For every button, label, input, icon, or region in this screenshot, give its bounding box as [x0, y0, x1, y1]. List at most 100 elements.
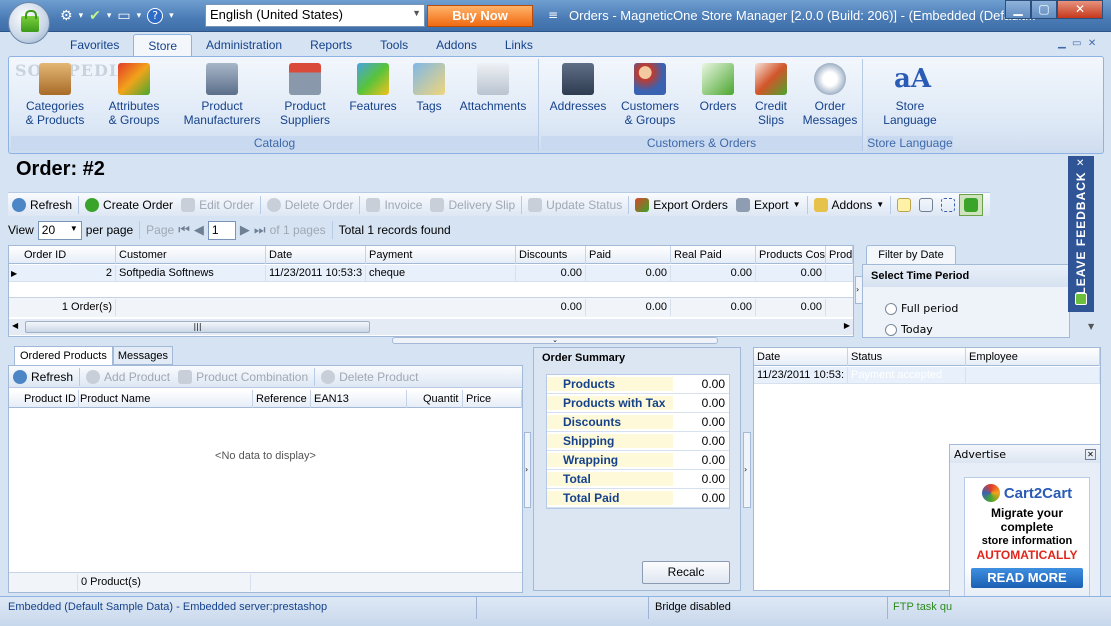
col-payment[interactable]: Payment — [366, 246, 516, 264]
tab-messages[interactable]: Messages — [112, 346, 173, 365]
orders-button[interactable]: Orders — [693, 63, 743, 113]
col-reference[interactable]: Reference — [253, 390, 311, 408]
scrollbar-thumb[interactable]: ||| — [25, 321, 370, 333]
delete-order-button[interactable]: Delete Order — [263, 194, 358, 216]
attributes-groups-button[interactable]: Attributes & Groups — [97, 63, 171, 127]
chevron-down-icon[interactable]: ▾ — [137, 11, 142, 21]
col-quantity[interactable]: Quantit — [407, 390, 463, 408]
col-product-name[interactable]: Product Name — [77, 390, 253, 408]
table-row[interactable]: 11/23/2011 10:53: Payment accepted — [754, 367, 1100, 384]
radio-icon[interactable] — [885, 302, 897, 315]
delivery-slip-button[interactable]: Delivery Slip — [426, 194, 519, 216]
close-button[interactable]: ✕ — [1057, 0, 1103, 19]
col-discounts[interactable]: Discounts — [516, 246, 586, 264]
advert-banner[interactable]: Cart2Cart Migrate your complete store in… — [964, 477, 1090, 603]
collapse-products-button[interactable]: › — [524, 432, 531, 508]
product-suppliers-button[interactable]: Product Suppliers — [273, 63, 337, 127]
col-date[interactable]: Date — [266, 246, 366, 264]
tags-button[interactable]: Tags — [409, 63, 449, 113]
delete-product-button[interactable]: Delete Product — [317, 366, 422, 388]
tab-administration[interactable]: Administration — [192, 34, 296, 56]
window-icon[interactable]: ▭ — [117, 8, 130, 24]
scroll-right-icon[interactable]: ▶ — [844, 321, 850, 330]
scroll-down-icon[interactable]: ▼ — [1088, 322, 1094, 331]
order-messages-button[interactable]: Order Messages — [801, 63, 859, 127]
col-real-paid[interactable]: Real Paid — [671, 246, 756, 264]
collapse-summary-button[interactable]: › — [743, 432, 751, 508]
col-employee[interactable]: Employee — [966, 348, 1100, 366]
next-page-icon[interactable]: ▶ — [240, 222, 250, 238]
tab-links[interactable]: Links — [491, 34, 547, 56]
settings-icon[interactable]: ⚙ — [60, 8, 73, 24]
maximize-button[interactable]: ▢ — [1031, 0, 1057, 19]
horizontal-scrollbar[interactable]: ||| ◀ ▶ — [9, 319, 853, 335]
tab-filter-by-date[interactable]: Filter by Date — [866, 245, 956, 264]
col-ean13[interactable]: EAN13 — [311, 390, 407, 408]
edit-order-button[interactable]: Edit Order — [177, 194, 258, 216]
splitter-handle[interactable]: ⌄ — [392, 337, 718, 344]
scroll-left-icon[interactable]: ◀ — [12, 321, 18, 330]
chevron-down-icon[interactable]: ▼ — [412, 8, 421, 18]
categories-products-button[interactable]: Categories & Products — [19, 63, 91, 127]
refresh-store-icon[interactable]: ✔ — [89, 8, 101, 24]
product-manufacturers-button[interactable]: Product Manufacturers — [179, 63, 265, 127]
buy-now-button[interactable]: Buy Now — [427, 5, 533, 27]
products-refresh-button[interactable]: Refresh — [9, 366, 77, 388]
app-menu-button[interactable] — [8, 2, 50, 44]
feedback-tab[interactable]: ✕ LEAVE FEEDBACK — [1068, 156, 1094, 312]
last-page-icon[interactable]: ⏭ — [254, 222, 266, 238]
chevron-down-icon[interactable]: ▾ — [169, 11, 174, 21]
page-input[interactable]: 1 — [207, 220, 236, 240]
export-orders-button[interactable]: Export Orders — [631, 194, 732, 216]
layout-button[interactable] — [915, 194, 937, 216]
language-select[interactable]: English (United States) ▼ — [205, 4, 425, 27]
chevron-down-icon[interactable]: ▾ — [79, 11, 84, 21]
addons-button[interactable]: Addons ▼ — [810, 194, 889, 216]
col-order-id[interactable]: Order ID — [21, 246, 116, 264]
radio-icon[interactable] — [885, 323, 897, 336]
tab-ordered-products[interactable]: Ordered Products — [14, 346, 113, 365]
col-products-cost[interactable]: Products Cost — [756, 246, 826, 264]
tab-tools[interactable]: Tools — [366, 34, 422, 56]
invoice-button[interactable]: Invoice — [362, 194, 426, 216]
radio-today[interactable]: Today — [885, 323, 1069, 336]
note-button[interactable] — [893, 194, 915, 216]
tab-store[interactable]: Store — [133, 34, 193, 56]
minimize-button[interactable]: ▁ — [1005, 0, 1031, 19]
col-product-id[interactable]: Product ID — [21, 390, 79, 408]
features-button[interactable]: Features — [345, 63, 401, 113]
update-status-button[interactable]: Update Status — [524, 194, 626, 216]
col-price[interactable]: Price — [463, 390, 522, 408]
create-order-button[interactable]: Create Order — [81, 194, 177, 216]
col-paid[interactable]: Paid — [586, 246, 671, 264]
table-row[interactable]: ▶ 2 Softpedia Softnews 11/23/2011 10:53:… — [9, 265, 853, 282]
store-language-button[interactable]: aA Store Language — [871, 63, 949, 127]
fit-button[interactable] — [937, 194, 959, 216]
refresh-button[interactable]: Refresh — [8, 194, 76, 216]
tab-reports[interactable]: Reports — [296, 34, 366, 56]
col-customer[interactable]: Customer — [116, 246, 266, 264]
col-status[interactable]: Status — [848, 348, 966, 366]
credit-slips-button[interactable]: Credit Slips — [747, 63, 795, 127]
add-product-button[interactable]: Add Product — [82, 366, 174, 388]
sync-button[interactable] — [959, 193, 984, 216]
close-icon[interactable]: ✕ — [1085, 448, 1096, 460]
addresses-button[interactable]: Addresses — [545, 63, 611, 113]
radio-full-period[interactable]: Full period — [885, 302, 1069, 315]
col-date[interactable]: Date — [754, 348, 848, 366]
col-produ[interactable]: Produ — [826, 246, 853, 264]
attachments-button[interactable]: Attachments — [455, 63, 531, 113]
read-more-button[interactable]: READ MORE — [971, 568, 1083, 588]
ribbon-window-controls[interactable]: ▁ ▭ ✕ — [1058, 38, 1096, 49]
per-page-select[interactable]: 20 ▼ — [37, 220, 82, 240]
first-page-icon[interactable]: ⏮ — [178, 222, 190, 238]
prev-page-icon[interactable]: ◀ — [194, 222, 204, 238]
customers-groups-button[interactable]: Customers & Groups — [615, 63, 685, 127]
export-button[interactable]: Export ▼ — [732, 194, 805, 216]
recalc-button[interactable]: Recalc — [642, 561, 730, 584]
product-combination-button[interactable]: Product Combination — [174, 366, 312, 388]
help-icon[interactable]: ? — [147, 8, 164, 24]
chevron-down-icon[interactable]: ▾ — [107, 11, 112, 21]
tab-favorites[interactable]: Favorites — [56, 34, 133, 56]
tab-addons[interactable]: Addons — [422, 34, 491, 56]
